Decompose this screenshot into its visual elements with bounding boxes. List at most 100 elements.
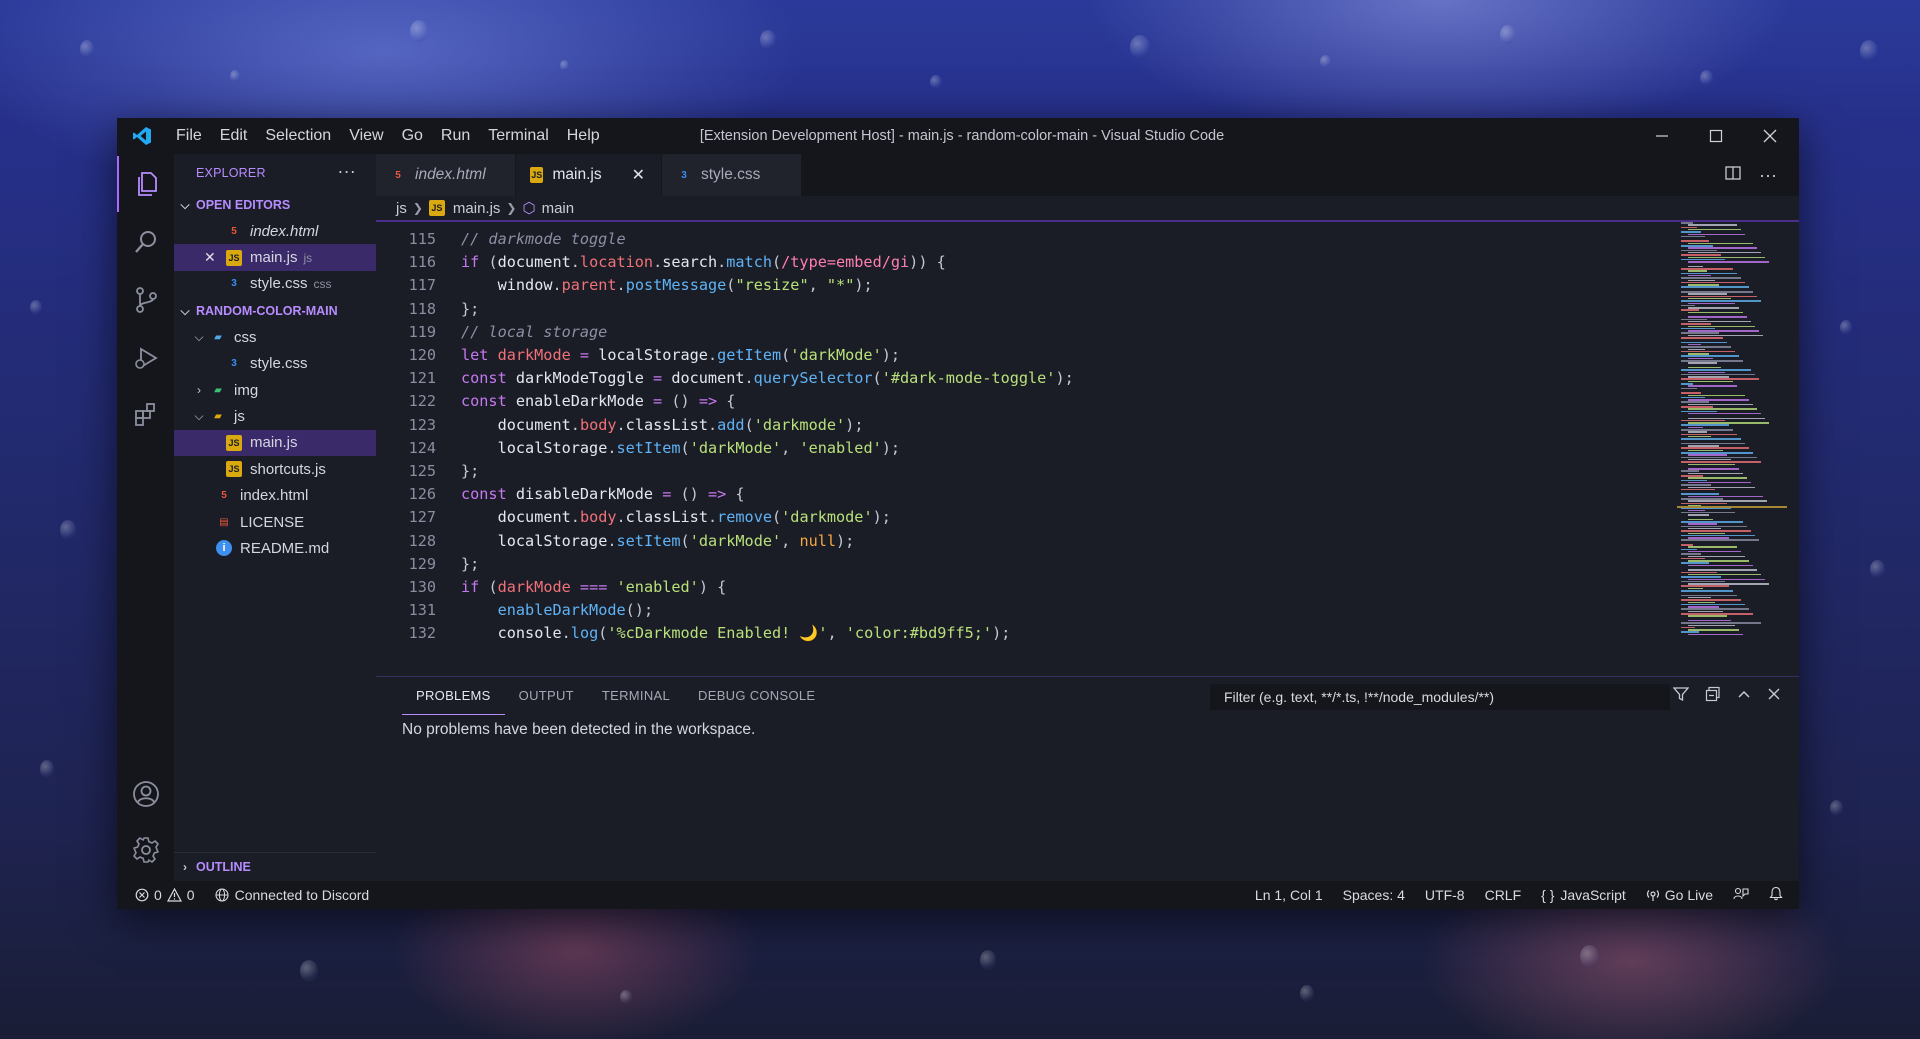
collapse-all-icon[interactable]: [1705, 686, 1721, 707]
project-header[interactable]: ⌵ RANDOM-COLOR-MAIN: [174, 298, 376, 324]
minimap[interactable]: [1677, 222, 1787, 642]
line-number: 129: [408, 554, 436, 573]
encoding-status[interactable]: UTF-8: [1425, 887, 1465, 903]
open-editor-index-html[interactable]: 5 index.html: [174, 218, 376, 244]
minimize-button[interactable]: [1635, 118, 1689, 154]
open-editor-folder-hint: css: [313, 276, 332, 291]
close-window-button[interactable]: [1743, 118, 1797, 154]
tree-file-main-js[interactable]: JS main.js: [174, 429, 376, 457]
search-icon[interactable]: [117, 214, 174, 270]
feedback-icon[interactable]: [1733, 887, 1749, 904]
tree-file-index-html[interactable]: 5 index.html: [174, 483, 376, 509]
menu-go[interactable]: Go: [393, 118, 432, 154]
minimap-line: [1688, 394, 1745, 396]
explorer-icon[interactable]: [117, 156, 174, 212]
explorer-title: EXPLORER: [196, 166, 266, 180]
eol-status[interactable]: CRLF: [1485, 887, 1522, 903]
tab-label: index.html: [415, 166, 486, 183]
more-actions-icon[interactable]: ···: [1759, 165, 1777, 186]
tree-file-shortcuts-js[interactable]: JS shortcuts.js: [174, 456, 376, 482]
minimap-line: [1681, 222, 1693, 224]
tree-file-style-css[interactable]: 3 style.css: [174, 351, 376, 377]
tab-problems[interactable]: PROBLEMS: [402, 677, 505, 715]
code-line[interactable]: 120 let darkMode = localStorage.getItem('…: [376, 344, 900, 367]
breadcrumb-file[interactable]: main.js: [453, 200, 501, 217]
minimap-line: [1688, 601, 1715, 603]
tab-debug-console[interactable]: DEBUG CONSOLE: [684, 677, 829, 715]
menu-view[interactable]: View: [340, 118, 392, 154]
tab-output[interactable]: OUTPUT: [505, 677, 588, 715]
tab-index-html[interactable]: 5 index.html: [376, 154, 516, 196]
menu-selection[interactable]: Selection: [256, 118, 340, 154]
menu-edit[interactable]: Edit: [211, 118, 257, 154]
filter-icon[interactable]: [1672, 686, 1690, 707]
run-debug-icon[interactable]: [117, 330, 174, 386]
code-line[interactable]: 122 const enableDarkMode = () => {: [376, 390, 736, 413]
minimap-line: [1681, 300, 1761, 302]
js-file-icon: JS: [226, 249, 242, 266]
split-editor-icon[interactable]: [1725, 165, 1741, 186]
breadcrumb-symbol[interactable]: main: [542, 200, 575, 217]
code-line[interactable]: 118};: [376, 298, 480, 321]
code-line[interactable]: 132 console.log('%cDarkmode Enabled! 🌙',…: [376, 622, 1011, 645]
tree-folder-css[interactable]: ⌵ ▰ css: [174, 324, 376, 350]
code-line[interactable]: 124 localStorage.setItem('darkMode', 'en…: [376, 437, 900, 460]
breadcrumb-folder[interactable]: js: [396, 200, 407, 217]
code-line[interactable]: 131 enableDarkMode();: [376, 599, 654, 622]
minimap-line: [1681, 277, 1741, 279]
menu-file[interactable]: File: [167, 118, 211, 154]
code-line[interactable]: 123 document.body.classList.add('darkmod…: [376, 414, 864, 437]
close-panel-icon[interactable]: [1767, 687, 1781, 706]
code-line[interactable]: 128 localStorage.setItem('darkMode', nul…: [376, 530, 855, 553]
settings-gear-icon[interactable]: [117, 822, 174, 878]
discord-status[interactable]: Connected to Discord: [215, 887, 369, 903]
minimap-line: [1688, 518, 1713, 521]
minimap-line: [1681, 327, 1715, 330]
code-line[interactable]: 129};: [376, 553, 480, 576]
code-line[interactable]: 127 document.body.classList.remove('dark…: [376, 506, 891, 529]
problems-filter-input[interactable]: Filter (e.g. text, **/*.ts, !**/node_mod…: [1210, 684, 1670, 710]
code-line[interactable]: 117 window.parent.postMessage("resize", …: [376, 274, 873, 297]
tree-file-readme[interactable]: i README.md: [174, 535, 376, 561]
language-mode[interactable]: { } JavaScript: [1541, 887, 1626, 903]
menu-terminal[interactable]: Terminal: [479, 118, 557, 154]
close-tab-icon[interactable]: ✕: [632, 165, 645, 185]
tree-item-label: main.js: [250, 434, 298, 452]
maximize-panel-icon[interactable]: [1737, 687, 1751, 706]
code-line[interactable]: 116 if (document.location.search.match(/t…: [376, 251, 946, 274]
tree-file-license[interactable]: ▤ LICENSE: [174, 509, 376, 535]
outline-header[interactable]: › OUTLINE: [174, 852, 376, 881]
code-line[interactable]: 121 const darkModeToggle = document.query…: [376, 367, 1074, 390]
open-editors-header[interactable]: ⌵ OPEN EDITORS: [174, 192, 376, 218]
open-editor-main-js[interactable]: ✕ JS main.js js: [174, 244, 376, 271]
tab-style-css[interactable]: 3 style.css: [662, 154, 802, 196]
more-actions-icon[interactable]: ···: [337, 154, 356, 188]
tab-terminal[interactable]: TERMINAL: [588, 677, 684, 715]
code-line[interactable]: 126 const disableDarkMode = () => {: [376, 483, 745, 506]
code-line[interactable]: 119 // local storage: [376, 321, 608, 344]
minimap-line: [1681, 576, 1721, 578]
go-live-button[interactable]: Go Live: [1646, 887, 1713, 903]
code-line[interactable]: 115 // darkmode toggle: [376, 228, 626, 251]
maximize-button[interactable]: [1689, 118, 1743, 154]
open-editor-label: index.html: [250, 222, 319, 240]
cursor-position[interactable]: Ln 1, Col 1: [1255, 887, 1323, 903]
notifications-bell-icon[interactable]: [1769, 886, 1783, 904]
code-line[interactable]: 130 if (darkMode === 'enabled') {: [376, 576, 727, 599]
code-line[interactable]: 125};: [376, 460, 480, 483]
accounts-icon[interactable]: [117, 766, 174, 822]
minimap-line: [1688, 555, 1745, 557]
tab-main-js[interactable]: JS main.js ✕: [516, 154, 662, 196]
tree-folder-js[interactable]: ⌵ ▰ js: [174, 403, 376, 429]
menu-run[interactable]: Run: [432, 118, 479, 154]
css-file-icon: 3: [231, 358, 237, 370]
open-editor-style-css[interactable]: 3 style.css css: [174, 271, 376, 297]
indentation-status[interactable]: Spaces: 4: [1343, 887, 1405, 903]
problems-status[interactable]: 0 0: [135, 887, 195, 903]
tree-folder-img[interactable]: › ▰ img: [174, 377, 376, 403]
extensions-icon[interactable]: [117, 386, 174, 442]
source-control-icon[interactable]: [117, 272, 174, 328]
minimap-line: [1681, 318, 1707, 321]
close-editor-icon[interactable]: ✕: [204, 249, 226, 266]
code-editor[interactable]: 115 // darkmode toggle 116 if (document.loc…: [376, 222, 1786, 676]
